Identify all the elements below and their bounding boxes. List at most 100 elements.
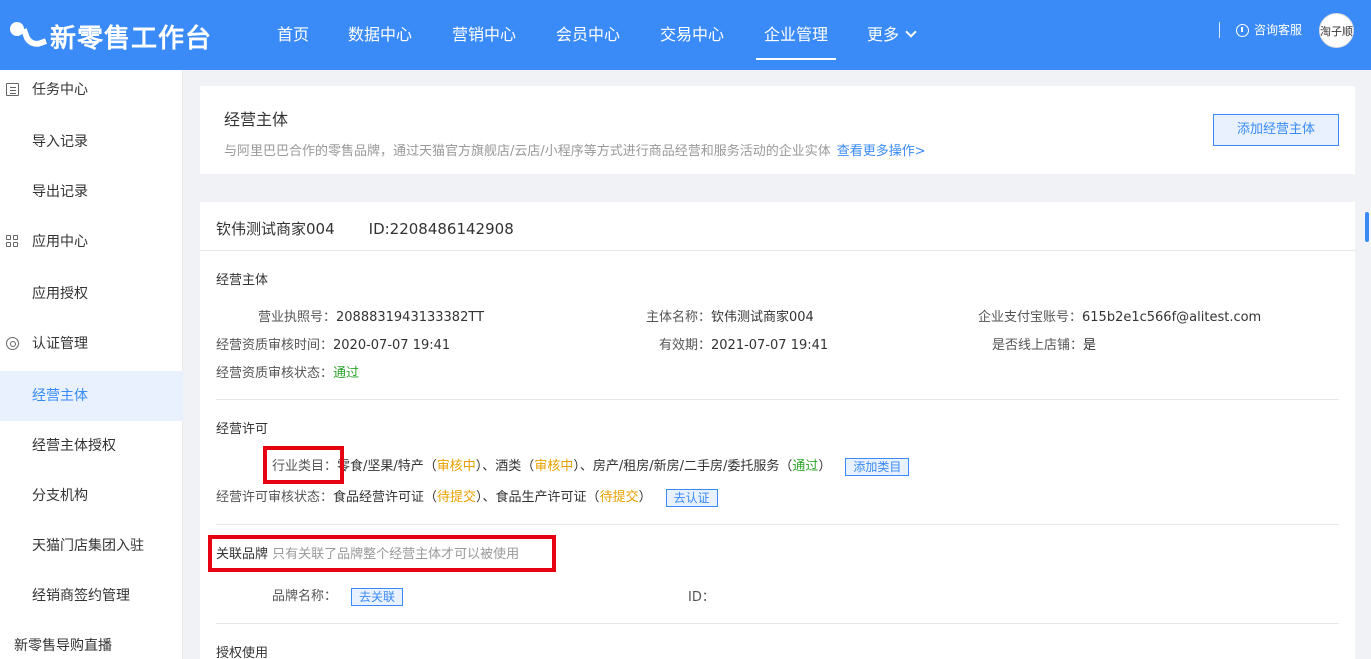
brand-name-row: 品牌名称： 去关联 (272, 585, 404, 606)
highlight-box (208, 535, 556, 572)
add-category-button[interactable]: 添加类目 (845, 457, 910, 476)
avatar[interactable]: 淘子顺 (1319, 13, 1354, 48)
logo-icon (10, 21, 48, 52)
app-title: 新零售工作台 (50, 24, 213, 54)
nav-member-center[interactable]: 会员中心 (555, 0, 621, 70)
category-text: ）、房产/租房/新房/二手房/委托服务（ (573, 459, 793, 474)
page-description: 与阿里巴巴合作的零售品牌，通过天猫官方旗舰店/云店/小程序等方式进行商品经营和服… (224, 140, 926, 159)
review-status-field: 经营资质审核状态：通过 (216, 362, 359, 381)
sidebar-item-label: 应用中心 (32, 234, 88, 250)
sidebar-item-dealer-contracts[interactable]: 经销商签约管理 (0, 571, 183, 621)
category-text: 零食/坚果/特产（ (337, 459, 437, 474)
review-status-label: 经营资质审核状态： (216, 366, 334, 381)
entity-section-title: 经营主体 (216, 273, 269, 288)
nav-trade-center[interactable]: 交易中心 (659, 0, 725, 70)
highlight-box (263, 446, 344, 484)
sidebar-item-live-shopping[interactable]: 新零售导购直播 (0, 621, 183, 659)
review-time-value: 2020-07-07 19:41 (333, 338, 451, 353)
page-description-text: 与阿里巴巴合作的零售品牌，通过天猫官方旗舰店/云店/小程序等方式进行商品经营和服… (224, 144, 831, 159)
permit-text: 食品经营许可证（ (333, 490, 438, 505)
merchant-title-row: 钦伟测试商家004 ID:2208486142908 (216, 218, 514, 239)
alipay-account-field: 企业支付宝账号：615b2e1c566f@alitest.com (978, 306, 1261, 325)
sidebar-item-entity-authorization[interactable]: 经营主体授权 (0, 421, 183, 471)
license-number-field: 营业执照号：2088831943133382TT (258, 306, 484, 325)
sidebar-item-tmall-store-group[interactable]: 天猫门店集团入驻 (0, 521, 183, 571)
task-list-icon (6, 83, 19, 96)
category-text: ） (818, 459, 832, 474)
sidebar-item-business-entity[interactable]: 经营主体 (0, 371, 183, 421)
divider (216, 399, 1339, 400)
validity-label: 有效期： (659, 338, 712, 353)
brand-id-field: ID： (688, 586, 715, 605)
validity-field: 有效期：2021-07-07 19:41 (659, 334, 828, 353)
sidebar-item-app-authorization[interactable]: 应用授权 (0, 269, 183, 319)
online-store-label: 是否线上店铺： (992, 338, 1084, 353)
entity-name-value: 钦伟测试商家004 (711, 310, 814, 325)
sidebar-item-certification[interactable]: 认证管理 (0, 319, 183, 369)
sidebar-item-app-center[interactable]: 应用中心 (0, 217, 183, 267)
nav-home[interactable]: 首页 (275, 0, 311, 70)
divider (200, 250, 1355, 251)
permit-status: 待提交 (599, 490, 639, 505)
permit-status: 待提交 (437, 490, 477, 505)
page-header-card: 经营主体 与阿里巴巴合作的零售品牌，通过天猫官方旗舰店/云店/小程序等方式进行商… (200, 86, 1355, 174)
permit-status-row: 经营许可审核状态：食品经营许可证（待提交）、食品生产许可证（待提交） 去认证 (216, 486, 718, 507)
license-number-value: 2088831943133382TT (336, 310, 485, 325)
scrollbar-thumb[interactable] (1365, 212, 1369, 242)
sidebar-item-import-records[interactable]: 导入记录 (0, 117, 183, 167)
divider (216, 524, 1339, 525)
certify-button[interactable]: 去认证 (665, 488, 718, 507)
sidebar-item-label: 任务中心 (32, 82, 88, 98)
brand-name-label: 品牌名称： (272, 589, 338, 604)
app-logo[interactable]: 新零售工作台 (10, 18, 212, 55)
page-title: 经营主体 (224, 110, 289, 129)
review-time-field: 经营资质审核时间：2020-07-07 19:41 (216, 334, 450, 353)
entity-detail-card: 钦伟测试商家004 ID:2208486142908 经营主体 营业执照号：208… (200, 202, 1355, 659)
merchant-id: ID:2208486142908 (368, 220, 514, 238)
nav-enterprise-management[interactable]: 企业管理 (756, 0, 836, 70)
permit-text: ）、食品生产许可证（ (476, 490, 600, 505)
review-time-label: 经营资质审核时间： (216, 338, 334, 353)
category-status: 审核中 (436, 459, 476, 474)
nav-divider (1219, 22, 1220, 38)
sidebar: 任务中心 导入记录 导出记录 应用中心 应用授权 认证管理 经营主体 经营主体授… (0, 70, 183, 659)
chevron-down-icon (905, 26, 917, 38)
review-status-badge: 通过 (333, 366, 360, 381)
category-status: 审核中 (534, 459, 574, 474)
category-status: 通过 (792, 459, 819, 474)
category-text: ）、酒类（ (475, 459, 535, 474)
online-store-field: 是否线上店铺：是 (992, 334, 1096, 353)
add-entity-button[interactable]: 添加经营主体 (1213, 114, 1339, 146)
link-brand-button[interactable]: 去关联 (351, 587, 404, 606)
entity-name-field: 主体名称：钦伟测试商家004 (646, 306, 814, 325)
service-icon (1236, 23, 1249, 37)
permit-text: ） (638, 490, 652, 505)
nav-data-center[interactable]: 数据中心 (347, 0, 413, 70)
consult-label: 咨询客服 (1254, 23, 1303, 37)
app-grid-icon (6, 235, 19, 248)
consult-button[interactable]: 咨询客服 (1236, 20, 1302, 40)
more-actions-link[interactable]: 查看更多操作> (837, 144, 926, 159)
sidebar-item-branches[interactable]: 分支机构 (0, 471, 183, 521)
permit-status-label: 经营许可审核状态： (216, 490, 334, 505)
nav-more-label: 更多 (867, 25, 900, 44)
alipay-account-label: 企业支付宝账号： (978, 310, 1083, 325)
entity-name-label: 主体名称： (646, 310, 712, 325)
certification-icon (6, 337, 19, 350)
authorization-section-title: 授权使用 (216, 646, 269, 659)
nav-marketing-center[interactable]: 营销中心 (451, 0, 517, 70)
online-store-value: 是 (1083, 338, 1097, 353)
divider (216, 623, 1339, 624)
sidebar-item-label: 认证管理 (32, 336, 88, 352)
merchant-name: 钦伟测试商家004 (216, 220, 335, 238)
permit-section-title: 经营许可 (216, 422, 269, 437)
validity-value: 2021-07-07 19:41 (711, 338, 829, 353)
sidebar-item-export-records[interactable]: 导出记录 (0, 167, 183, 217)
alipay-account-value: 615b2e1c566f@alitest.com (1082, 310, 1262, 325)
nav-more[interactable]: 更多 (867, 0, 923, 70)
industry-category-row: 行业类目：零食/坚果/特产（审核中）、酒类（审核中）、房产/租房/新房/二手房/… (272, 455, 910, 476)
license-number-label: 营业执照号： (258, 310, 337, 325)
brand-id-label: ID： (688, 590, 715, 605)
top-nav-bar: 新零售工作台 首页 数据中心 营销中心 会员中心 交易中心 企业管理 更多 咨询… (0, 0, 1371, 70)
sidebar-item-task-center[interactable]: 任务中心 (0, 65, 183, 115)
